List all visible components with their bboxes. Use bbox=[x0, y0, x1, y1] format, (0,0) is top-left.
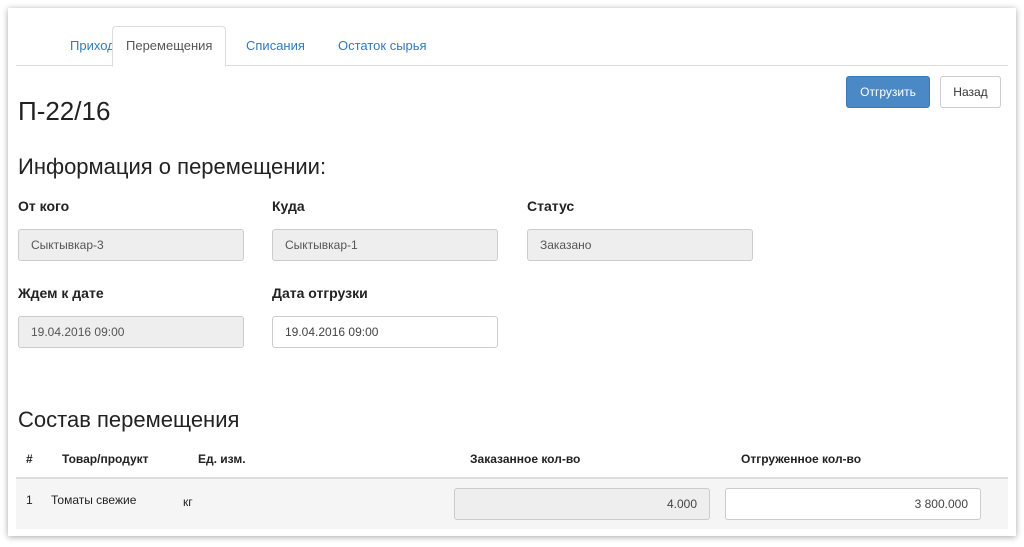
status-field: Заказано bbox=[527, 229, 753, 261]
tab-raw-stock[interactable]: Остаток сырья bbox=[326, 26, 439, 66]
to-label: Куда bbox=[272, 198, 305, 214]
tab-transfers[interactable]: Перемещения bbox=[112, 26, 227, 67]
expected-date-label: Ждем к дате bbox=[18, 285, 104, 301]
transfer-page: Приходы Перемещения Списания Остаток сыр… bbox=[8, 8, 1016, 536]
status-label: Статус bbox=[527, 198, 575, 214]
composition-section-title: Состав перемещения bbox=[18, 407, 240, 432]
back-button[interactable]: Назад bbox=[940, 76, 1001, 108]
row-number: 1 bbox=[26, 493, 33, 507]
row-product: Томаты свежие bbox=[51, 493, 137, 507]
column-header-unit: Ед. изм. bbox=[198, 452, 246, 466]
column-header-ordered-qty: Заказанное кол-во bbox=[470, 452, 581, 466]
column-header-product: Товар/продукт bbox=[62, 452, 149, 466]
from-label: От кого bbox=[18, 198, 70, 214]
ship-date-field[interactable]: 19.04.2016 09:00 bbox=[272, 316, 498, 348]
tab-write-offs[interactable]: Списания bbox=[234, 26, 317, 66]
column-header-number: # bbox=[26, 452, 33, 466]
ordered-qty-field: 4.000 bbox=[454, 488, 710, 520]
row-unit: кг bbox=[183, 495, 193, 509]
ship-button[interactable]: Отгрузить bbox=[846, 76, 930, 108]
column-header-shipped-qty: Отгруженное кол-во bbox=[741, 452, 862, 466]
expected-date-field: 19.04.2016 09:00 bbox=[18, 316, 244, 348]
table-row: 1 Томаты свежие кг 4.000 3 800.000 bbox=[16, 479, 1008, 529]
from-field: Сыктывкар-3 bbox=[18, 229, 244, 261]
page-title: П-22/16 bbox=[18, 96, 111, 126]
ship-date-label: Дата отгрузки bbox=[272, 285, 368, 301]
tabs-nav: Приходы Перемещения Списания Остаток сыр… bbox=[16, 18, 1008, 67]
shipped-qty-input[interactable]: 3 800.000 bbox=[725, 488, 981, 520]
to-field: Сыктывкар-1 bbox=[272, 229, 498, 261]
info-section-title: Информация о перемещении: bbox=[18, 154, 327, 179]
